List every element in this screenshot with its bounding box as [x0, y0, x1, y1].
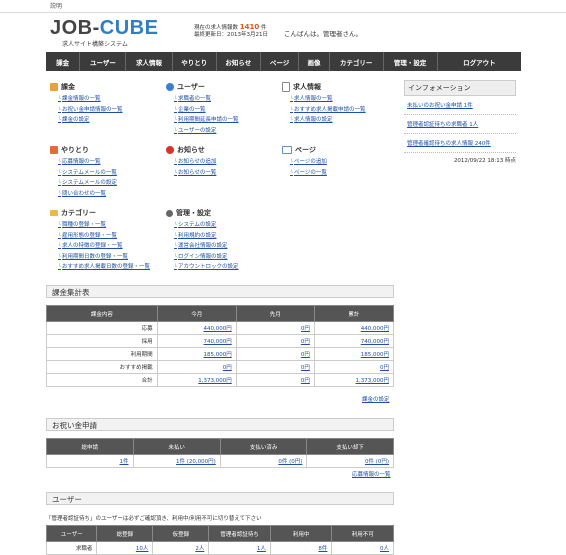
- link-period-list[interactable]: 利用期間日数の登録・一覧: [58, 252, 150, 263]
- link-notice-list[interactable]: お知らせの一覧: [174, 168, 216, 179]
- link-celebration-list[interactable]: お祝い金申請情報の一覧: [58, 105, 123, 116]
- billing-summary-title: 課金集計表: [46, 285, 394, 298]
- celebration-table: 総申請 未払い 支払い済み 支払い却下 1件 1件 (20,000円) 0件 (0円…: [46, 438, 394, 468]
- link-page-add[interactable]: ページの追加: [290, 157, 327, 168]
- section-billing: 課金 課金情報の一覧 お祝い金申請情報の一覧 課金の設定: [50, 82, 123, 126]
- link-employment-list[interactable]: 雇用形態の登録・一覧: [58, 231, 150, 242]
- link-billing-settings[interactable]: 課金の設定: [58, 115, 123, 126]
- link-page-list[interactable]: ページの一覧: [290, 168, 327, 179]
- section-user: ユーザー 求職者の一覧 企業の一覧 利用期間延長申請の一覧 ユーザーの設定: [166, 82, 239, 136]
- information-panel: インフォメーション 未払いのお祝い金申請 1件 管理者認証待ちの求職者 1人 管…: [404, 80, 516, 164]
- link-company-list[interactable]: 企業の一覧: [174, 105, 239, 116]
- link-application-list[interactable]: 応募情報の一覧: [58, 157, 117, 168]
- section-job: 求人情報 求人情報の一覧 おすすめ求人掲載申請の一覧 求人情報の設定: [282, 82, 366, 126]
- link-sysmail-settings[interactable]: システムメールの設定: [58, 178, 117, 189]
- top-strip: 説明: [0, 0, 566, 13]
- table-row: 求職者 10人 2人 1人 8件 0人: [45, 541, 394, 555]
- nav-job[interactable]: 求人情報: [126, 52, 173, 71]
- table-row: おすすめ掲載 0円 0円 0円: [46, 360, 395, 374]
- link-billing-list[interactable]: 課金情報の一覧: [58, 94, 123, 105]
- folder-icon: [50, 210, 58, 216]
- user-icon: [166, 83, 174, 91]
- logo-subtitle: 求人サイト構築システム: [62, 41, 128, 48]
- table-row: 利用期間 185,000円 0円 185,000円: [46, 347, 395, 361]
- page-icon: [282, 146, 292, 154]
- link-login-settings[interactable]: ログイン情報の設定: [174, 252, 239, 263]
- users-title: ユーザー: [46, 492, 394, 505]
- section-notice: お知らせ お知らせの追加 お知らせの一覧: [166, 145, 216, 178]
- info-item-seeker-auth[interactable]: 管理者認証待ちの求職者 1人: [404, 115, 516, 134]
- link-job-settings[interactable]: 求人情報の設定: [290, 115, 366, 126]
- nav-logout[interactable]: ログアウト: [438, 52, 521, 71]
- link-user-settings[interactable]: ユーザーの設定: [174, 126, 239, 137]
- table-row: 応募 440,000円 0円 440,000円: [46, 321, 395, 335]
- section-admin: 管理・設定 システムの設定 利用規約の設定 運営会社情報の設定 ログイン情報の設…: [166, 208, 239, 273]
- nav-page[interactable]: ページ: [261, 52, 300, 71]
- billing-icon: [50, 83, 58, 91]
- table-row: 合計 1,373,000円 0円 1,373,000円: [46, 373, 395, 387]
- link-application-list-bottom[interactable]: 応募情報の一覧: [352, 470, 391, 478]
- billing-summary-table: 課金内容 今月 先月 累計 応募 440,000円 0円 440,000円 採用 740…: [46, 305, 395, 387]
- celebration-title: お祝い金申請: [46, 418, 394, 431]
- main-nav: 課金 ユーザー 求人情報 やりとり お知らせ ページ 画像 カテゴリー 管理・設…: [46, 52, 521, 71]
- nav-billing[interactable]: 課金: [46, 52, 81, 71]
- link-occupation-list[interactable]: 職種の登録・一覧: [58, 220, 150, 231]
- link-featured-days-list[interactable]: おすすめ求人掲載日数の登録・一覧: [58, 262, 150, 273]
- link-account-lock-settings[interactable]: アカウントロックの設定: [174, 262, 239, 273]
- nav-user[interactable]: ユーザー: [80, 52, 127, 71]
- nav-exchange[interactable]: やりとり: [173, 52, 217, 71]
- link-inquiry-list[interactable]: 問い合わせの一覧: [58, 189, 117, 200]
- link-feature-list[interactable]: 求人の特徴の登録・一覧: [58, 241, 150, 252]
- nav-image[interactable]: 画像: [299, 52, 330, 71]
- link-billing-settings-bottom[interactable]: 課金の設定: [362, 395, 390, 403]
- link-company-info-settings[interactable]: 運営会社情報の設定: [174, 241, 239, 252]
- info-item-job-confirm[interactable]: 管理者確認待ちの求人情報 240件: [404, 134, 516, 153]
- link-seeker-list[interactable]: 求職者の一覧: [174, 94, 239, 105]
- logo[interactable]: JOB-CUBE 求人サイト構築システム: [50, 18, 158, 48]
- link-extension-list[interactable]: 利用期間延長申請の一覧: [174, 115, 239, 126]
- section-exchange: やりとり 応募情報の一覧 システムメールの一覧 システムメールの設定 問い合わせ…: [50, 145, 117, 199]
- table-row: 1件 1件 (20,000円) 0件 (0円) 0件 (0円): [46, 454, 394, 468]
- link-terms-settings[interactable]: 利用規約の設定: [174, 231, 239, 242]
- information-title: インフォメーション: [404, 80, 516, 96]
- table-row: 採用 740,000円 0円 740,000円: [46, 334, 395, 348]
- job-stats: 現在の求人情報数 1410 件 最終更新日：2013年3月21日: [194, 23, 268, 39]
- nav-admin[interactable]: 管理・設定: [384, 52, 438, 71]
- section-category: カテゴリー 職種の登録・一覧 雇用形態の登録・一覧 求人の特徴の登録・一覧 利用…: [50, 208, 150, 273]
- link-system-settings[interactable]: システムの設定: [174, 220, 239, 231]
- link-sysmail-list[interactable]: システムメールの一覧: [58, 168, 117, 179]
- link-featured-list[interactable]: おすすめ求人掲載申請の一覧: [290, 105, 366, 116]
- exchange-icon: [50, 146, 58, 154]
- nav-notice[interactable]: お知らせ: [217, 52, 261, 71]
- info-timestamp: 2012/09/22 18:13 時点: [453, 158, 516, 164]
- users-notice: 「管理者認証待ち」のユーザーは必ずご確認頂き、利用中/利用不可に切り替えて下さい: [46, 516, 262, 522]
- link-notice-add[interactable]: お知らせの追加: [174, 157, 216, 168]
- help-label[interactable]: 説明: [50, 1, 62, 10]
- alert-icon: [166, 146, 174, 154]
- nav-category[interactable]: カテゴリー: [330, 52, 384, 71]
- key-icon: [166, 209, 173, 217]
- greeting: こんばんは。管理者さん。: [284, 30, 362, 38]
- section-page: ページ ページの追加 ページの一覧: [282, 145, 327, 178]
- document-icon: [282, 82, 290, 92]
- link-job-list[interactable]: 求人情報の一覧: [290, 94, 366, 105]
- users-table: ユーザー 総登録 仮登録 管理者認証待ち 利用中 利用不可 求職者 10人 2人 1人…: [45, 525, 394, 555]
- info-item-unpaid[interactable]: 未払いのお祝い金申請 1件: [404, 96, 516, 115]
